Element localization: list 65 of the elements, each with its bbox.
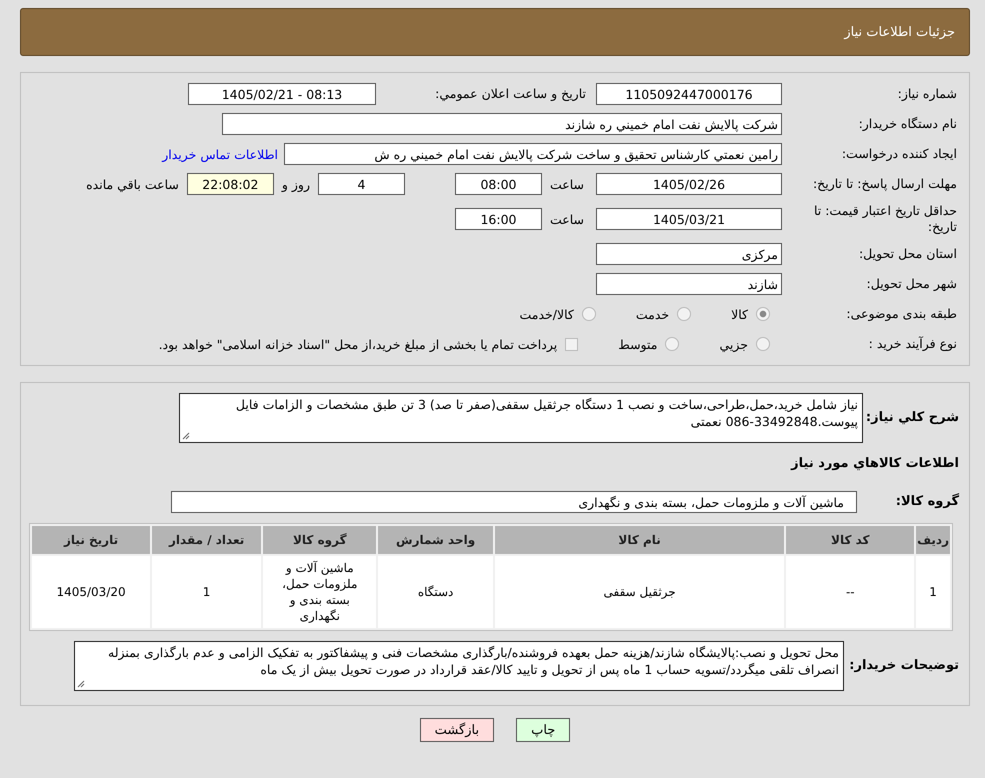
table-cell: دستگاه [378, 556, 493, 628]
resize-grip-icon [77, 680, 85, 688]
column-header: گروه کالا [263, 526, 376, 554]
requester-field: رامين نعمتي کارشناس تحقيق و ساخت شرکت پالايش نفت امام خميني ره ش [284, 143, 782, 165]
option-label: کالا [731, 306, 748, 322]
field-label: حداقل تاريخ اعتبار قيمت: تا تاريخ: [812, 203, 957, 235]
option-label: جزيي [719, 336, 748, 352]
goods-group-field: ماشين آلات و ملزومات حمل، بسته بندی و نگهداری [171, 491, 857, 513]
option-label: کالا/خدمت [519, 306, 574, 322]
field-label: ايجاد کننده درخواست: [840, 146, 957, 162]
field-label: شماره نياز: [896, 86, 957, 102]
field-label: تاريخ و ساعت اعلان عمومي: [434, 86, 587, 102]
date-field: 1405/03/21 [596, 208, 782, 230]
days-label: روز و [282, 176, 310, 192]
option-label: خدمت [636, 306, 670, 322]
field-label: نام دستگاه خريدار: [858, 116, 957, 132]
days-field: 4 [318, 173, 405, 195]
column-header: کد کالا [786, 526, 914, 554]
field-label: توضيحات خريدار: [848, 658, 960, 674]
radio-button[interactable] [582, 307, 596, 321]
time-label: ساعت [550, 212, 584, 226]
column-header: نام کالا [494, 526, 784, 554]
table-cell: ماشين آلات و ملزومات حمل، بسته بندی و نگهداری [263, 556, 376, 628]
checkbox[interactable] [565, 338, 578, 350]
radio-button[interactable] [677, 307, 692, 321]
description-box: نياز شامل خريد،حمل،طراحی،ساخت و نصب 1 دستگاه جرثقيل سقفی(صفر تا صد) 3 تن طبق مشخصات و الزامات فايل پيوست.33492848-086 نعمتی [179, 393, 863, 443]
field-label: گروه كالا: [894, 494, 960, 510]
option-label: متوسط [618, 336, 658, 352]
table-cell: 1405/03/20 [32, 556, 150, 628]
radio-button[interactable] [665, 337, 680, 351]
radio-button[interactable] [756, 337, 770, 351]
time-field: 16:00 [454, 208, 542, 230]
buyer-notes-box: محل تحويل و نصب:پالايشگاه شازند/هزينه حمل بعهده فروشنده/بارگذاری مشخصات فنی و پيشفاکتور به تفکيک الزامی و عدم بارگذاری بمنزله انصراف تلقی ميگردد/تسويه حساب 1 ماه پس از تحويل و تاييد کالا/عقد قرارداد در صورت تحويل بيش از يک ماه [74, 641, 844, 691]
column-header: تعداد / مقدار [152, 526, 262, 554]
field-label: استان محل تحويل: [858, 246, 957, 262]
city-field: شازند [596, 273, 782, 295]
time-field: 08:00 [454, 173, 542, 195]
field-label: طبقه بندی موضوعی: [845, 306, 957, 322]
column-header: تاريخ نياز [32, 526, 150, 554]
table-cell: جرثقيل سقفی [494, 556, 784, 628]
back-button[interactable]: بازگشت [420, 718, 494, 742]
province-field: مرکزی [596, 243, 782, 265]
radio-button[interactable] [756, 307, 770, 321]
remaining-label: ساعت باقي مانده [86, 176, 179, 192]
column-header: رديف [916, 526, 950, 554]
resize-grip-icon [182, 432, 190, 440]
time-label: ساعت [550, 176, 584, 192]
field-label: شرح كلي نياز: [864, 410, 960, 426]
announce-date-field: 1405/02/21 - 08:13 [188, 83, 376, 105]
need-number-field: 1105092447000176 [596, 83, 782, 105]
date-field: 1405/02/26 [596, 173, 782, 195]
print-button[interactable]: چاپ [516, 718, 570, 742]
section-heading: اطلاعات كالاهاي مورد نياز [790, 456, 960, 472]
table-cell: -- [786, 556, 914, 628]
field-label: نوع فرآيند خريد : [868, 336, 957, 352]
column-header: واحد شمارش [378, 526, 493, 554]
table-cell: 1 [916, 556, 950, 628]
remaining-time-field: 22:08:02 [186, 173, 274, 195]
page-title: جزئيات اطلاعات نياز [844, 24, 955, 40]
field-label: شهر محل تحويل: [866, 276, 957, 292]
buyer-field: شرکت پالايش نفت امام خميني ره شازند [222, 113, 782, 135]
checkbox-label: پرداخت تمام يا بخشی از مبلغ خريد،از محل "اسناد خزانه اسلامی" خواهد بود. [158, 336, 558, 352]
buyer-contact-link[interactable]: اطلاعات تماس خريدار [162, 146, 278, 162]
field-label: مهلت ارسال پاسخ: تا تاريخ: [812, 176, 957, 192]
table-cell: 1 [152, 556, 262, 628]
